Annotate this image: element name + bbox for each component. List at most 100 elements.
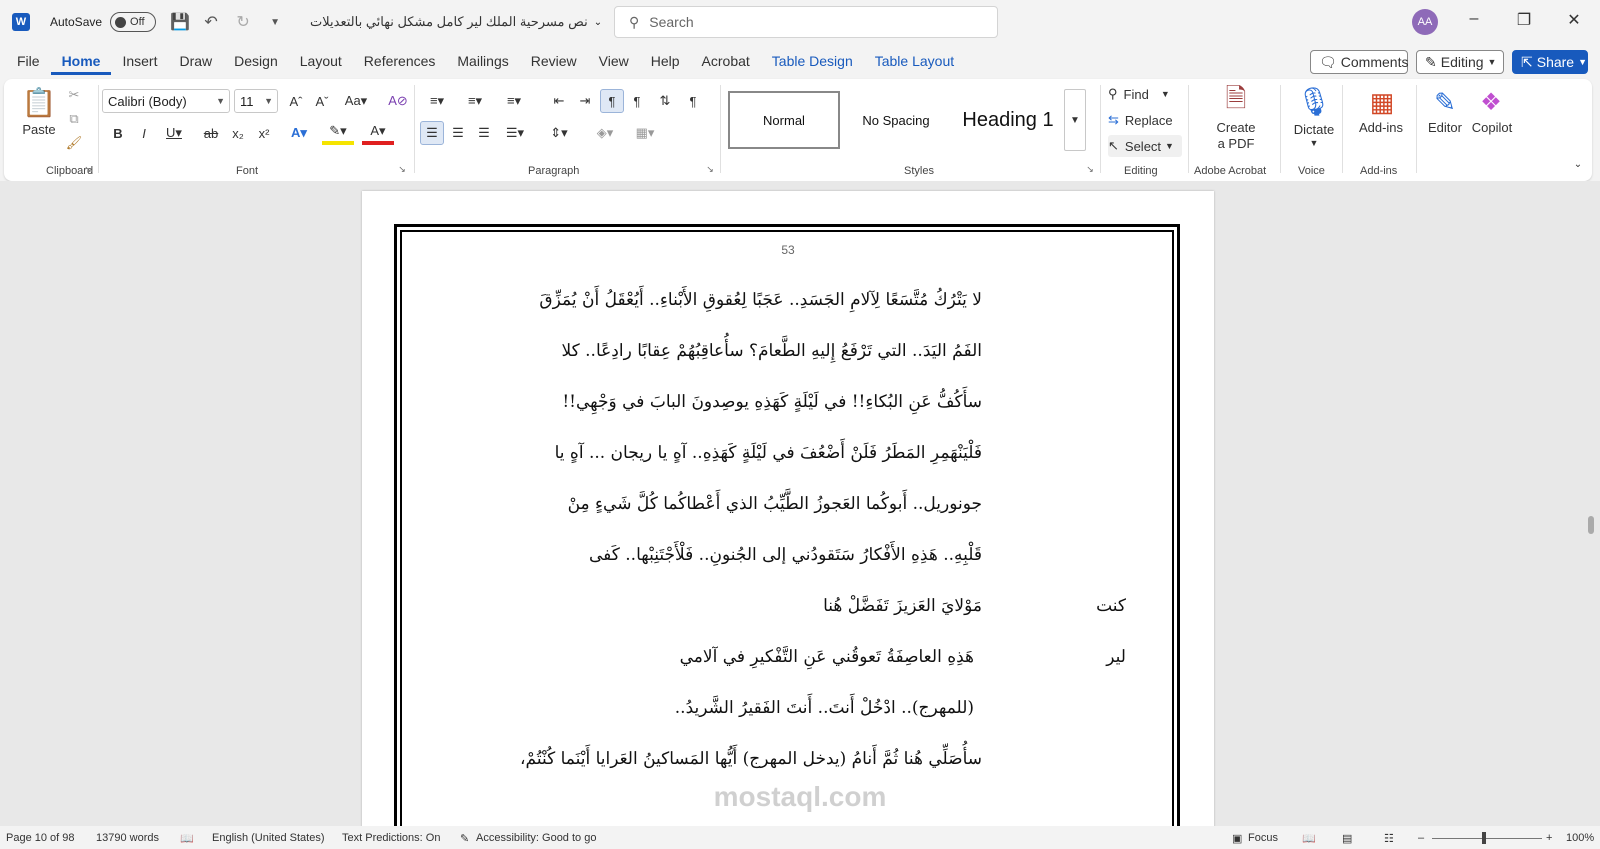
align-right-icon[interactable]: ☰ xyxy=(472,121,496,145)
editing-mode-button[interactable]: ✎ Editing ▼ xyxy=(1416,50,1504,74)
tab-acrobat[interactable]: Acrobat xyxy=(691,53,761,69)
decrease-indent-icon[interactable]: ⇤ xyxy=(548,89,570,113)
align-center-icon[interactable]: ☰ xyxy=(446,121,470,145)
customize-toolbar-icon[interactable]: ▼ xyxy=(266,17,284,28)
justify-icon[interactable]: ☰▾ xyxy=(498,121,532,145)
save-icon[interactable]: 💾 xyxy=(170,12,190,32)
borders-icon[interactable]: ▦▾ xyxy=(628,121,662,145)
close-icon[interactable]: ✕ xyxy=(1562,10,1586,30)
clipboard-launcher-icon[interactable]: ↘ xyxy=(82,163,94,175)
style-normal[interactable]: Normal xyxy=(728,91,840,149)
multilevel-list-icon[interactable]: ≡▾ xyxy=(496,89,532,113)
proofing-icon[interactable]: 📖 xyxy=(180,832,194,845)
text-line-1[interactable]: لا يَتْرُكُ مُتَّسَعًا لِآلامِ الجَسَدِ.… xyxy=(539,290,982,310)
text-line-5[interactable]: جونوريل.. أَبوكُما العَجوزُ الطَّيِّبُ ا… xyxy=(568,494,982,514)
highlight-icon[interactable]: ✎▾ xyxy=(322,121,354,145)
rtl-direction-icon[interactable]: ¶ xyxy=(626,89,648,113)
create-pdf-line1[interactable]: Create xyxy=(1204,119,1268,135)
paste-button[interactable]: Paste xyxy=(18,121,60,137)
copilot-icon[interactable]: ❖ xyxy=(1474,85,1508,119)
bold-icon[interactable]: B xyxy=(108,121,128,145)
tab-home[interactable]: Home xyxy=(50,47,112,75)
word-count[interactable]: 13790 words xyxy=(96,832,159,844)
tab-insert[interactable]: Insert xyxy=(111,53,168,69)
addins-label[interactable]: Add-ins xyxy=(1350,119,1412,135)
text-line-4[interactable]: فَلْيَنْهَمِرِ المَطَرُ فَلَنْ أَضْعُفَ … xyxy=(555,443,982,463)
zoom-level[interactable]: 100% xyxy=(1566,832,1594,844)
addins-icon[interactable]: ▦ xyxy=(1364,85,1400,119)
speaker-name[interactable]: لير xyxy=(1106,647,1126,667)
search-box[interactable]: ⚲ Search xyxy=(614,6,998,38)
strikethrough-icon[interactable]: ab xyxy=(200,121,222,145)
tab-layout[interactable]: Layout xyxy=(289,53,353,69)
zoom-slider[interactable] xyxy=(1432,838,1542,839)
dialog-line[interactable]: هَذِهِ العاصِفَةُ تَعوقُني عَنِ التَّفْك… xyxy=(680,647,974,667)
replace-button[interactable]: ⇆ Replace xyxy=(1108,109,1182,131)
subscript-icon[interactable]: x₂ xyxy=(228,121,248,145)
shrink-font-icon[interactable]: Aˇ xyxy=(310,89,334,113)
accessibility-status[interactable]: Accessibility: Good to go xyxy=(476,832,596,844)
zoom-slider-thumb[interactable] xyxy=(1482,832,1486,844)
page-count[interactable]: Page 10 of 98 xyxy=(6,832,75,844)
font-launcher-icon[interactable]: ↘ xyxy=(396,163,408,175)
underline-icon[interactable]: U▾ xyxy=(160,121,188,145)
styles-gallery-more-icon[interactable]: ▼ xyxy=(1064,89,1086,151)
font-size-select[interactable]: 11 ▼ xyxy=(234,89,278,113)
share-button[interactable]: ⇱ Share ▼ xyxy=(1512,50,1588,74)
show-marks-icon[interactable]: ¶ xyxy=(682,89,704,113)
dialog-line[interactable]: مَوْلايَ العَزيزَ تَفَضَّلْ هُنا xyxy=(823,596,982,616)
cut-icon[interactable]: ✂ xyxy=(64,85,84,105)
italic-icon[interactable]: I xyxy=(134,121,154,145)
bullets-icon[interactable]: ≡▾ xyxy=(420,89,454,113)
minimize-icon[interactable]: – xyxy=(1462,10,1486,28)
text-predictions[interactable]: Text Predictions: On xyxy=(342,832,440,844)
copilot-label[interactable]: Copilot xyxy=(1464,119,1520,135)
language[interactable]: English (United States) xyxy=(212,832,325,844)
grow-font-icon[interactable]: Aˆ xyxy=(284,89,308,113)
superscript-icon[interactable]: x² xyxy=(254,121,274,145)
text-line-3[interactable]: سأَكُفُّ عَنِ البُكاءِ!! في لَيْلَةٍ كَه… xyxy=(562,392,982,412)
tab-mailings[interactable]: Mailings xyxy=(446,53,519,69)
tab-help[interactable]: Help xyxy=(640,53,691,69)
redo-icon[interactable]: ↻ xyxy=(234,12,252,32)
create-pdf-line2[interactable]: a PDF xyxy=(1204,135,1268,151)
zoom-out-icon[interactable]: – xyxy=(1418,832,1424,844)
tab-table-design[interactable]: Table Design xyxy=(761,53,864,69)
tab-design[interactable]: Design xyxy=(223,53,289,69)
copy-icon[interactable]: ⧉ xyxy=(64,109,84,129)
text-line-6[interactable]: قَلْبِهِ.. هَذِهِ الأَفْكارُ سَتَقودُني … xyxy=(589,545,982,565)
read-mode-icon[interactable]: 📖 xyxy=(1302,832,1316,845)
select-button[interactable]: ↖ Select ▼ xyxy=(1108,135,1182,157)
avatar[interactable]: AA xyxy=(1412,9,1438,35)
comments-button[interactable]: 🗨 Comments xyxy=(1310,50,1408,74)
chevron-down-icon[interactable]: ▼ xyxy=(1304,137,1324,149)
text-line-2[interactable]: الفَمُ اليَدَ.. التي تَرْفَعُ إِليهِ الط… xyxy=(562,341,982,361)
tab-table-layout[interactable]: Table Layout xyxy=(864,53,965,69)
line-spacing-icon[interactable]: ⇕▾ xyxy=(542,121,576,145)
numbering-icon[interactable]: ≡▾ xyxy=(458,89,492,113)
undo-icon[interactable]: ↶ xyxy=(202,12,220,32)
editor-icon[interactable]: ✎ xyxy=(1428,85,1462,119)
style-heading-1[interactable]: Heading 1 xyxy=(952,91,1064,149)
document-page[interactable]: 53 لا يَتْرُكُ مُتَّسَعًا لِآلامِ الجَسَ… xyxy=(362,191,1214,826)
print-layout-icon[interactable]: ▤ xyxy=(1342,832,1352,845)
speaker-name[interactable]: كنت xyxy=(1096,596,1126,616)
increase-indent-icon[interactable]: ⇥ xyxy=(574,89,596,113)
text-effects-icon[interactable]: A▾ xyxy=(284,121,314,145)
tab-view[interactable]: View xyxy=(588,53,640,69)
tab-file[interactable]: File xyxy=(6,53,51,69)
change-case-icon[interactable]: Aa▾ xyxy=(340,89,372,113)
font-name-select[interactable]: Calibri (Body) ▼ xyxy=(102,89,230,113)
tab-references[interactable]: References xyxy=(353,53,447,69)
tab-draw[interactable]: Draw xyxy=(168,53,223,69)
accessibility-icon[interactable]: ✎ xyxy=(460,832,469,845)
find-button[interactable]: ⚲ Find ▼ xyxy=(1108,83,1182,105)
vertical-scrollbar-thumb[interactable] xyxy=(1588,516,1594,534)
shading-icon[interactable]: ◈▾ xyxy=(588,121,622,145)
chevron-down-icon[interactable]: ⌄ xyxy=(594,17,602,28)
document-title[interactable]: نص مسرحية الملك لير كامل مشكل نهائي بالت… xyxy=(310,14,588,30)
format-painter-icon[interactable]: 🖌 xyxy=(64,133,84,153)
focus-mode[interactable]: Focus xyxy=(1248,832,1278,844)
focus-icon[interactable]: ▣ xyxy=(1232,832,1242,845)
paragraph-launcher-icon[interactable]: ↘ xyxy=(704,163,716,175)
